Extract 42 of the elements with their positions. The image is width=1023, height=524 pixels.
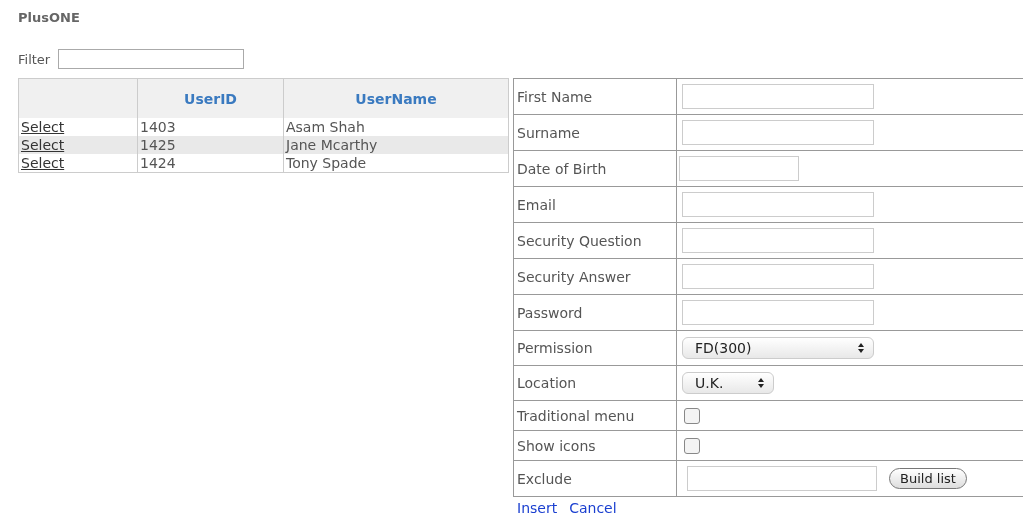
table-cell: Tony Spade: [286, 155, 367, 171]
field-label: Surname: [517, 124, 580, 141]
select-link[interactable]: Select: [21, 119, 65, 135]
updown-arrows-icon: [757, 377, 765, 389]
filter-label: Filter: [18, 51, 51, 67]
column-header[interactable]: UserName: [355, 90, 437, 107]
field-label: Security Question: [517, 232, 642, 249]
table-cell: 1403: [140, 119, 176, 135]
action-link[interactable]: Cancel: [569, 500, 617, 514]
field-label: Permission: [517, 340, 593, 356]
field-label: First Name: [517, 88, 593, 105]
field-label: Exclude: [517, 470, 572, 487]
field-label: Password: [517, 304, 583, 321]
input-field[interactable]: [679, 156, 799, 181]
input-field[interactable]: [682, 228, 874, 253]
field-label: Show icons: [517, 437, 596, 454]
select-link[interactable]: Select: [21, 155, 65, 171]
field-label: Traditional menu: [517, 407, 635, 424]
checkbox[interactable]: [684, 408, 700, 424]
input-field[interactable]: [682, 84, 874, 109]
field-label: Date of Birth: [517, 160, 607, 177]
field-label: Security Answer: [517, 268, 631, 285]
field-label: Location: [517, 375, 577, 391]
updown-arrows-icon: [857, 342, 865, 354]
table-cell: 1425: [140, 137, 176, 153]
action-link[interactable]: Insert: [517, 500, 558, 514]
checkbox[interactable]: [684, 438, 700, 454]
app-title: PlusONE: [18, 10, 81, 27]
table-cell: 1424: [140, 155, 176, 171]
table-cell: Jane Mcarthy: [286, 137, 378, 153]
table-cell: Asam Shah: [286, 119, 365, 135]
dropdown[interactable]: FD(300): [682, 337, 874, 359]
input-field[interactable]: [687, 466, 877, 491]
field-label: Email: [517, 196, 556, 213]
filter-field[interactable]: [58, 49, 245, 69]
dropdown[interactable]: U.K.: [682, 372, 774, 394]
input-field[interactable]: [682, 192, 874, 217]
input-field[interactable]: [682, 264, 874, 289]
column-header[interactable]: UserID: [184, 90, 237, 107]
build-list-button[interactable]: Build list: [889, 468, 967, 489]
input-field[interactable]: [682, 120, 874, 145]
input-field[interactable]: [682, 300, 874, 325]
